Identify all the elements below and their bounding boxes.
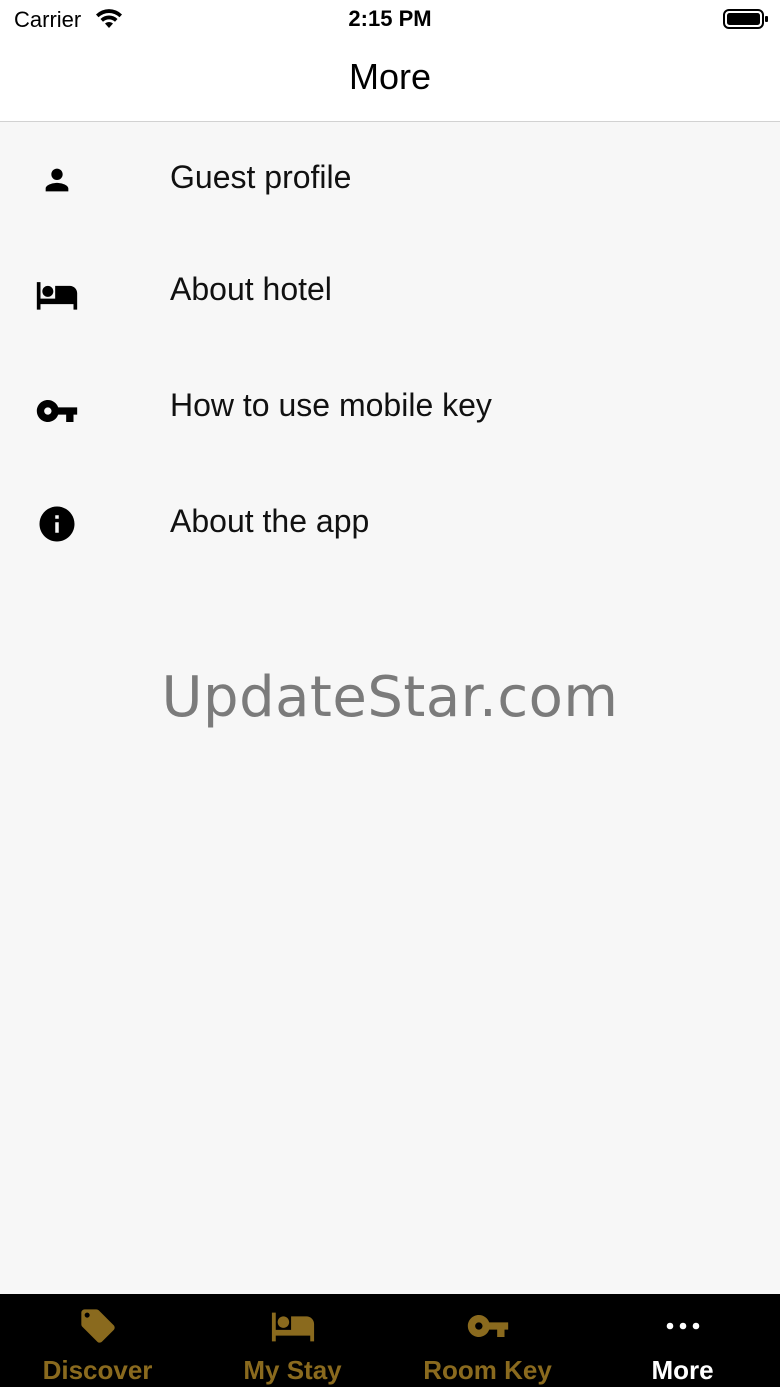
bed-icon (195, 1306, 390, 1346)
tag-icon (0, 1306, 195, 1346)
key-icon (390, 1306, 585, 1346)
tab-room-key[interactable]: Room Key (390, 1294, 585, 1387)
more-dots-icon (585, 1306, 780, 1346)
tab-bar: Discover My Stay Room Key More (0, 1294, 780, 1387)
menu-item-about-hotel[interactable]: About hotel (0, 234, 780, 350)
menu-item-label: How to use mobile key (170, 387, 492, 423)
info-icon (34, 501, 80, 547)
bed-icon (34, 272, 80, 318)
clock: 2:15 PM (348, 6, 432, 31)
menu-item-guest-profile[interactable]: Guest profile (0, 122, 780, 234)
tab-my-stay[interactable]: My Stay (195, 1294, 390, 1387)
menu-item-label: Guest profile (170, 159, 352, 195)
tab-label: My Stay (243, 1355, 342, 1385)
menu-item-mobile-key[interactable]: How to use mobile key (0, 350, 780, 466)
menu-item-label: About the app (170, 503, 370, 539)
battery-icon (723, 9, 768, 29)
menu-item-label: About hotel (170, 271, 332, 307)
tab-discover[interactable]: Discover (0, 1294, 195, 1387)
person-icon (34, 157, 80, 203)
watermark: UpdateStar.com (161, 665, 619, 730)
navigation-bar: More (0, 40, 780, 122)
tab-more[interactable]: More (585, 1294, 780, 1387)
menu-item-about-app[interactable]: About the app (0, 466, 780, 582)
tab-label: Room Key (423, 1355, 552, 1385)
tab-label: More (651, 1355, 714, 1385)
page-title: More (348, 56, 432, 97)
menu-list: Guest profile About hotel How to use mob… (0, 122, 780, 582)
status-bar: Carrier 2:15 PM (0, 0, 780, 40)
key-icon (34, 388, 80, 434)
tab-label: Discover (42, 1355, 153, 1385)
